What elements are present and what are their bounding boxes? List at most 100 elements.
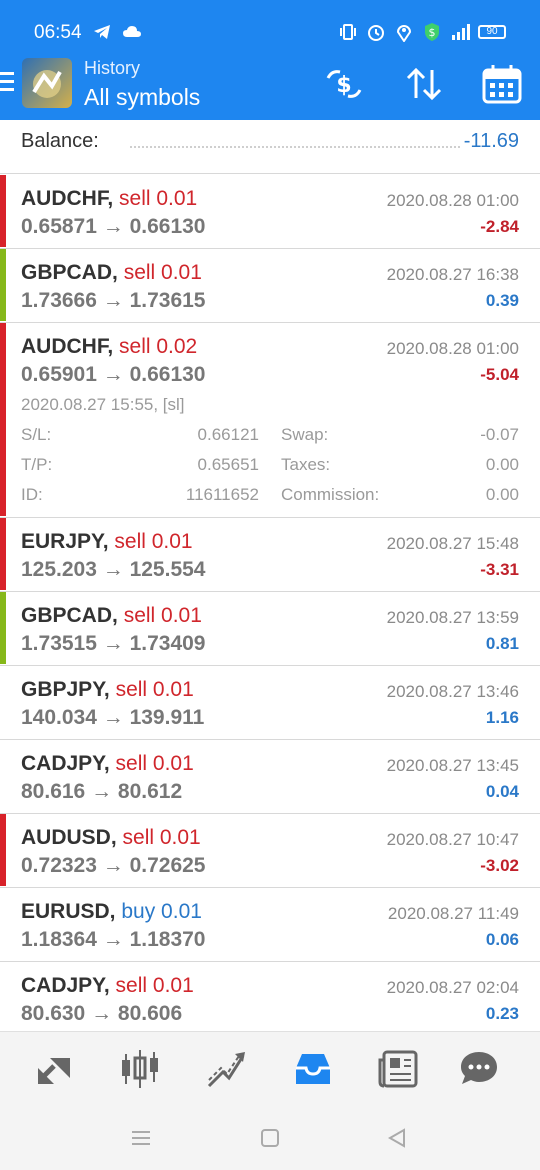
recents-button[interactable] xyxy=(130,1127,152,1149)
deal-prices: 0.65901 → 0.66130 xyxy=(21,363,206,386)
chat-icon xyxy=(461,1052,497,1084)
deal-prices: 1.73666 → 1.73615 xyxy=(21,289,206,312)
deal-prices: 1.73515 → 1.73409 xyxy=(21,632,206,655)
deal-row[interactable]: AUDUSD, sell 0.01 0.72323 → 0.72625 2020… xyxy=(0,814,540,888)
svg-text:$: $ xyxy=(429,26,436,39)
bottom-nav xyxy=(0,1031,540,1105)
deal-side: sell 0.01 xyxy=(115,752,194,775)
nav-news[interactable] xyxy=(376,1046,422,1092)
location-icon xyxy=(396,25,412,42)
taxes-value: 0.00 xyxy=(485,455,519,474)
deal-row[interactable]: AUDCHF, sell 0.01 0.65871 → 0.66130 2020… xyxy=(0,175,540,249)
deal-row[interactable]: GBPCAD, sell 0.01 1.73515 → 1.73409 2020… xyxy=(0,592,540,666)
deal-date: 2020.08.27 16:38 xyxy=(386,265,519,284)
balance-label: Balance: xyxy=(21,130,99,152)
deal-date: 2020.08.28 01:00 xyxy=(386,339,519,358)
deal-profit: 0.04 xyxy=(485,782,519,801)
deal-symbol: GBPCAD, xyxy=(21,604,118,627)
deal-side: sell 0.01 xyxy=(119,187,198,210)
nav-trade[interactable] xyxy=(203,1046,249,1092)
calendar-icon xyxy=(482,65,522,104)
deal-indicator xyxy=(0,518,6,590)
sl-value: 0.66121 xyxy=(197,425,259,444)
signal-icon xyxy=(452,24,470,40)
currency-exchange-icon: $ xyxy=(326,70,362,98)
deal-symbol: CADJPY, xyxy=(21,752,110,775)
metatrader-logo xyxy=(22,58,72,108)
deal-symbol: AUDCHF, xyxy=(21,187,114,210)
menu-button[interactable] xyxy=(0,72,16,96)
chart-candles-icon xyxy=(122,1050,158,1088)
balance-value: -11.69 xyxy=(463,130,519,152)
nav-quotes[interactable] xyxy=(32,1046,78,1092)
nav-chat[interactable] xyxy=(456,1046,502,1092)
svg-text:$: $ xyxy=(336,73,351,98)
app-bar: 06:54 $ 90 History All symbols $ xyxy=(0,0,540,120)
deal-prices: 1.18364 → 1.18370 xyxy=(21,928,206,951)
deal-profit: -3.02 xyxy=(480,856,519,875)
deal-row-expanded[interactable]: AUDCHF, sell 0.02 0.65901 → 0.66130 2020… xyxy=(0,323,540,518)
deal-indicator xyxy=(0,249,6,321)
deal-prices: 140.034 → 139.911 xyxy=(21,706,205,729)
status-bar: 06:54 $ 90 xyxy=(0,0,540,64)
deal-date: 2020.08.27 10:47 xyxy=(386,830,519,849)
sl-label: S/L: xyxy=(21,425,52,444)
deal-profit: 0.06 xyxy=(485,930,519,949)
back-button[interactable] xyxy=(386,1127,408,1149)
deal-symbol: GBPJPY, xyxy=(21,678,110,701)
deal-side: sell 0.01 xyxy=(115,974,194,997)
tp-label: T/P: xyxy=(21,455,53,474)
news-icon xyxy=(378,1050,418,1088)
deal-prices: 125.203 → 125.554 xyxy=(21,558,206,581)
quotes-icon xyxy=(38,1058,70,1084)
id-label: ID: xyxy=(21,485,43,504)
deal-open-time: 2020.08.27 15:55, [sl] xyxy=(21,395,185,414)
deal-date: 2020.08.28 01:00 xyxy=(386,191,519,210)
deal-symbol: EURJPY, xyxy=(21,530,109,553)
tp-value: 0.65651 xyxy=(197,455,259,474)
balance-row: Balance: -11.69 xyxy=(0,120,540,174)
currency-exchange-button[interactable]: $ xyxy=(322,62,366,106)
vibrate-icon xyxy=(340,24,356,40)
deal-profit: 0.23 xyxy=(485,1004,519,1023)
commission-label: Commission: xyxy=(281,485,380,504)
deal-date: 2020.08.27 13:46 xyxy=(386,682,519,701)
sort-button[interactable] xyxy=(402,62,446,106)
deal-row[interactable]: GBPJPY, sell 0.01 140.034 → 139.911 2020… xyxy=(0,666,540,740)
commission-value: 0.00 xyxy=(485,485,519,504)
deal-symbol: GBPCAD, xyxy=(21,261,118,284)
deal-indicator xyxy=(0,592,6,664)
swap-value: -0.07 xyxy=(480,425,519,444)
deal-prices: 0.65871 → 0.66130 xyxy=(21,215,206,238)
balance-dots xyxy=(130,146,460,148)
deal-symbol: CADJPY, xyxy=(21,974,110,997)
deal-row[interactable]: GBPCAD, sell 0.01 1.73666 → 1.73615 2020… xyxy=(0,249,540,323)
deal-row[interactable]: CADJPY, sell 0.01 80.630 → 80.606 2020.0… xyxy=(0,962,540,1036)
deal-profit: -3.31 xyxy=(480,560,519,579)
deal-side: sell 0.01 xyxy=(114,530,193,553)
deal-row[interactable]: EURUSD, buy 0.01 1.18364 → 1.18370 2020.… xyxy=(0,888,540,962)
square-icon xyxy=(261,1129,279,1147)
deal-row[interactable]: EURJPY, sell 0.01 125.203 → 125.554 2020… xyxy=(0,518,540,592)
deal-side: sell 0.02 xyxy=(119,335,198,358)
deals-list: AUDCHF, sell 0.01 0.65871 → 0.66130 2020… xyxy=(0,175,540,1036)
swap-label: Swap: xyxy=(281,425,329,444)
home-button[interactable] xyxy=(259,1127,281,1149)
shield-dollar-icon: $ xyxy=(425,23,439,41)
deal-symbol: AUDUSD, xyxy=(21,826,117,849)
calendar-button[interactable] xyxy=(480,62,524,106)
deal-row[interactable]: CADJPY, sell 0.01 80.616 → 80.612 2020.0… xyxy=(0,740,540,814)
deal-date: 2020.08.27 13:59 xyxy=(386,608,519,627)
deal-indicator xyxy=(0,814,6,886)
deal-date: 2020.08.27 13:45 xyxy=(386,756,519,775)
menu-lines-icon xyxy=(132,1131,150,1145)
deal-profit: 1.16 xyxy=(485,708,519,727)
nav-chart[interactable] xyxy=(117,1046,163,1092)
deal-symbol: EURUSD, xyxy=(21,900,116,923)
cloud-icon xyxy=(123,26,141,37)
deal-side: sell 0.01 xyxy=(115,678,194,701)
deal-prices: 80.630 → 80.606 xyxy=(21,1002,183,1025)
sort-icon xyxy=(406,67,442,101)
nav-history[interactable] xyxy=(290,1046,336,1092)
app-title[interactable]: All symbols xyxy=(84,84,200,111)
